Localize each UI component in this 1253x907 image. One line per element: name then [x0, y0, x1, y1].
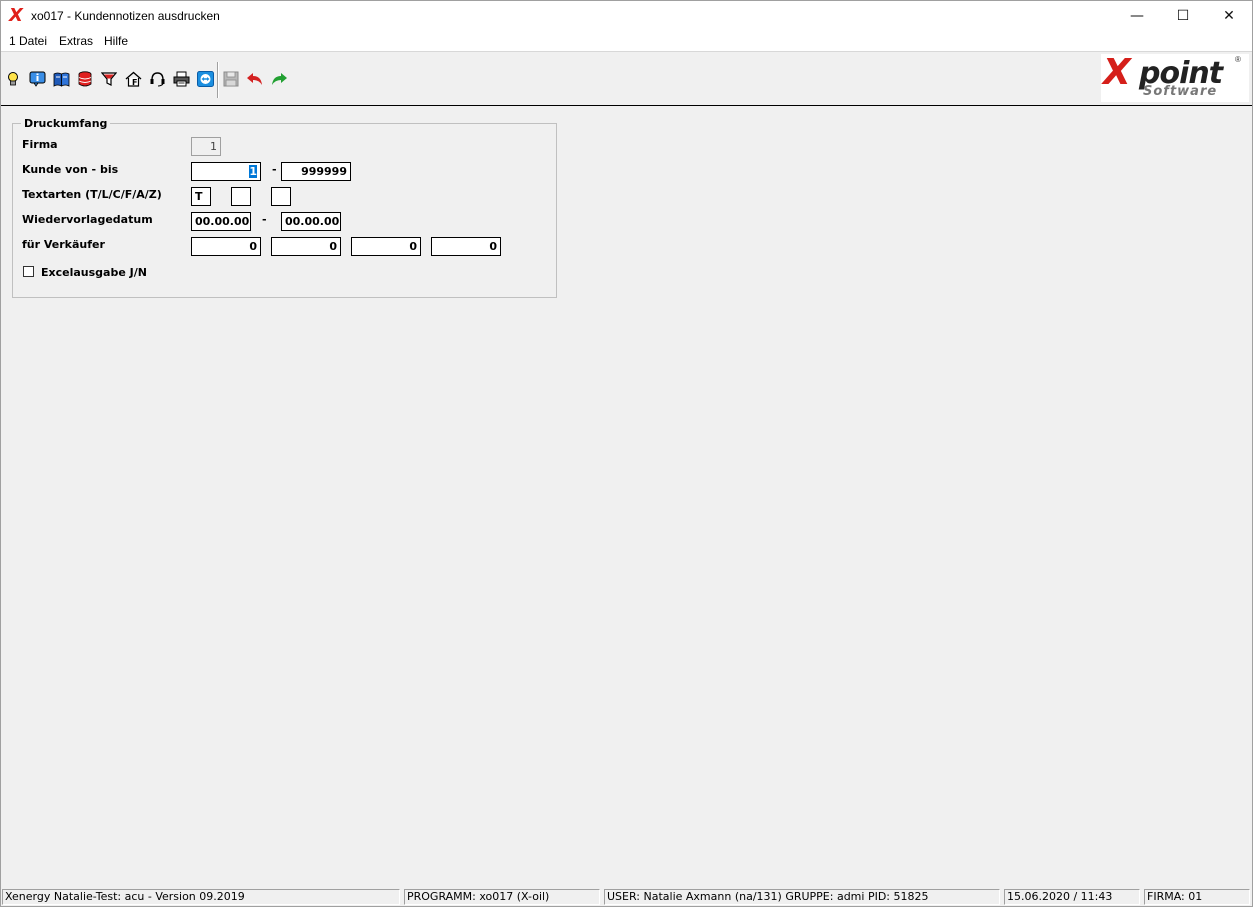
menu-bar: 1 Datei Extras Hilfe: [1, 31, 1252, 52]
toolbar-separator: [217, 62, 219, 98]
book-icon[interactable]: [52, 70, 70, 88]
verkaeufer-field-4[interactable]: 0: [431, 237, 501, 256]
teamviewer-icon[interactable]: [196, 70, 214, 88]
kunde-label: Kunde von - bis: [22, 163, 119, 176]
menu-datei[interactable]: 1 Datei: [9, 34, 47, 48]
excel-checkbox[interactable]: [23, 266, 34, 277]
firma-label: Firma: [22, 138, 58, 151]
status-firma: FIRMA: 01: [1144, 889, 1250, 905]
close-button[interactable]: ✕: [1206, 1, 1252, 31]
maximize-button[interactable]: ☐: [1160, 1, 1206, 31]
toolbar: F X point Software ®: [1, 52, 1252, 106]
textart-field-2[interactable]: [231, 187, 251, 206]
group-title: Druckumfang: [21, 117, 111, 130]
window-title: xo017 - Kundennotizen ausdrucken: [31, 9, 220, 23]
application-window: X xo017 - Kundennotizen ausdrucken — ☐ ✕…: [0, 0, 1253, 907]
kunde-from-field[interactable]: 1: [191, 162, 261, 181]
xpoint-app-icon: X: [9, 5, 23, 26]
database-icon[interactable]: [76, 70, 94, 88]
wiedervorlage-to-field[interactable]: 00.00.00: [281, 212, 341, 231]
textart-field-1[interactable]: T: [191, 187, 211, 206]
excel-label: Excelausgabe J/N: [41, 266, 147, 279]
textarten-label: Textarten (T/L/C/F/A/Z): [22, 188, 162, 201]
wiedervorlage-label: Wiedervorlagedatum: [22, 213, 153, 226]
verkaeufer-field-3[interactable]: 0: [351, 237, 421, 256]
headset-icon[interactable]: [148, 70, 166, 88]
svg-text:F: F: [132, 78, 137, 87]
status-datetime: 15.06.2020 / 11:43: [1004, 889, 1140, 905]
kunde-to-field[interactable]: 999999: [281, 162, 351, 181]
logo-subtitle: Software: [1143, 84, 1218, 99]
printer-icon[interactable]: [172, 70, 190, 88]
kunde-dash: -: [272, 163, 277, 176]
kunde-from-value: 1: [249, 165, 257, 178]
filter-icon[interactable]: [100, 70, 118, 88]
info-icon[interactable]: [28, 70, 46, 88]
status-user: USER: Natalie Axmann (na/131) GRUPPE: ad…: [604, 889, 1000, 905]
redo-icon[interactable]: [270, 70, 288, 88]
status-programm: PROGRAMM: xo017 (X-oil): [404, 889, 600, 905]
logo-registered: ®: [1235, 55, 1241, 64]
menu-hilfe[interactable]: Hilfe: [104, 34, 128, 48]
undo-icon[interactable]: [246, 70, 264, 88]
minimize-button[interactable]: —: [1114, 1, 1160, 31]
verkaeufer-label: für Verkäufer: [22, 238, 105, 251]
logo-mark: X: [1103, 52, 1131, 93]
wiedervorlage-from-field[interactable]: 00.00.00: [191, 212, 251, 231]
textart-field-3[interactable]: [271, 187, 291, 206]
firma-field: 1: [191, 137, 221, 156]
title-bar: X xo017 - Kundennotizen ausdrucken — ☐ ✕: [1, 1, 1252, 31]
wiedervorlage-dash: -: [262, 213, 267, 226]
status-version: Xenergy Natalie-Test: acu - Version 09.2…: [2, 889, 400, 905]
menu-extras[interactable]: Extras: [59, 34, 93, 48]
status-bar: Xenergy Natalie-Test: acu - Version 09.2…: [1, 888, 1252, 906]
lightbulb-icon[interactable]: [4, 70, 22, 88]
home-icon[interactable]: F: [124, 70, 142, 88]
xpoint-software-logo: X point Software ®: [1101, 52, 1249, 102]
verkaeufer-field-1[interactable]: 0: [191, 237, 261, 256]
save-icon[interactable]: [222, 70, 240, 88]
verkaeufer-field-2[interactable]: 0: [271, 237, 341, 256]
